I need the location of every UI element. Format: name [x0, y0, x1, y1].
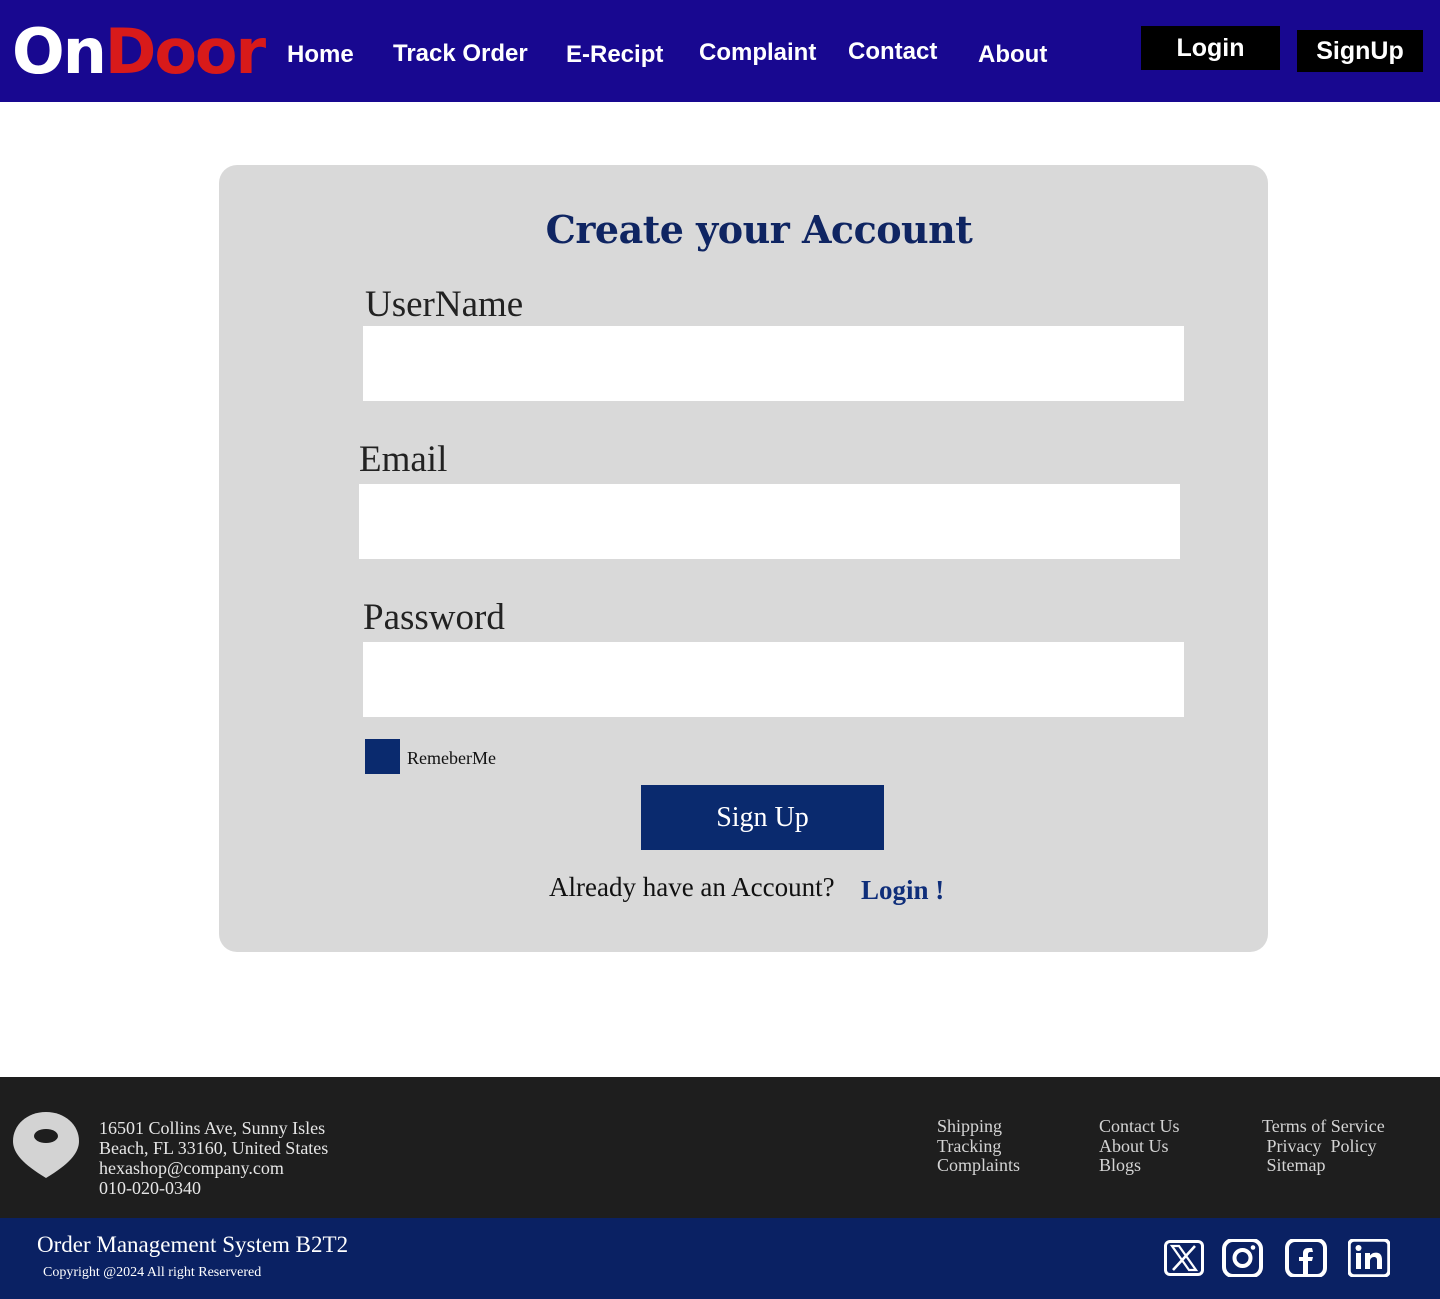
form-title: Create your Account — [545, 207, 973, 252]
footer-phone: 010-020-0340 — [99, 1178, 201, 1198]
nav-e-recipt[interactable]: E-Recipt — [566, 41, 663, 69]
brand-logo-part-door: Door — [104, 15, 266, 88]
header-login-button[interactable]: Login — [1141, 26, 1280, 70]
footer-link-contact-us[interactable]: Contact Us — [1099, 1116, 1180, 1137]
system-name: Order Management System B2T2 — [37, 1232, 349, 1257]
footer-link-terms[interactable]: Terms of Service — [1262, 1116, 1385, 1137]
footer-link-tracking[interactable]: Tracking — [937, 1136, 1020, 1157]
footer: 16501 Collins Ave, Sunny Isles Beach, FL… — [0, 1077, 1440, 1218]
password-input[interactable] — [363, 642, 1184, 717]
email-label: Email — [359, 439, 448, 480]
linkedin-icon[interactable] — [1348, 1239, 1390, 1277]
address-line-2: Beach, FL 33160, United States — [99, 1138, 329, 1158]
copyright-text: Copyright @2024 All right Reservered — [43, 1265, 262, 1280]
footer-email[interactable]: hexashop@company.com — [99, 1158, 328, 1178]
nav-track-order[interactable]: Track Order — [393, 40, 528, 68]
nav-about[interactable]: About — [978, 41, 1047, 69]
username-label: UserName — [365, 284, 524, 325]
address-line-1: 16501 Collins Ave, Sunny Isles — [99, 1118, 326, 1138]
location-pin-icon — [13, 1112, 79, 1178]
header-signup-button[interactable]: SignUp — [1297, 30, 1423, 72]
brand-logo[interactable]: OnDoor — [12, 14, 266, 90]
top-navbar: OnDoor Home Track Order E-Recipt Complai… — [0, 0, 1440, 102]
bottom-bar: Order Management System B2T2 Copyright @… — [0, 1218, 1440, 1299]
login-link[interactable]: Login ! — [861, 875, 944, 906]
instagram-icon[interactable] — [1222, 1239, 1263, 1277]
footer-link-sitemap[interactable]: Sitemap — [1262, 1155, 1385, 1176]
brand-logo-part-on: On — [12, 15, 107, 88]
nav-contact[interactable]: Contact — [848, 38, 937, 66]
x-icon[interactable] — [1163, 1239, 1205, 1277]
footer-link-blogs[interactable]: Blogs — [1099, 1155, 1180, 1176]
remember-me-checkbox[interactable] — [365, 739, 400, 774]
footer-links-col-3: Terms of Service Privacy Policy Sitemap — [1262, 1116, 1385, 1176]
remember-me-label: RemeberMe — [407, 748, 496, 768]
footer-link-shipping[interactable]: Shipping — [937, 1116, 1020, 1137]
facebook-icon[interactable] — [1285, 1239, 1327, 1277]
footer-links-col-1: Shipping Tracking Complaints — [937, 1116, 1020, 1176]
email-input[interactable] — [359, 484, 1180, 559]
footer-link-about-us[interactable]: About Us — [1099, 1136, 1180, 1157]
nav-complaint[interactable]: Complaint — [699, 39, 816, 67]
footer-address-block: 16501 Collins Ave, Sunny Isles Beach, FL… — [99, 1118, 328, 1198]
signup-card: Create your Account UserName Email Passw… — [219, 165, 1268, 952]
footer-link-complaints[interactable]: Complaints — [937, 1155, 1020, 1176]
nav-home[interactable]: Home — [287, 41, 354, 69]
password-label: Password — [363, 597, 505, 638]
already-have-account-text: Already have an Account? — [549, 872, 835, 902]
footer-link-privacy[interactable]: Privacy Policy — [1262, 1136, 1385, 1157]
sign-up-button[interactable]: Sign Up — [641, 785, 884, 850]
username-input[interactable] — [363, 326, 1184, 401]
footer-links-col-2: Contact Us About Us Blogs — [1099, 1116, 1180, 1176]
